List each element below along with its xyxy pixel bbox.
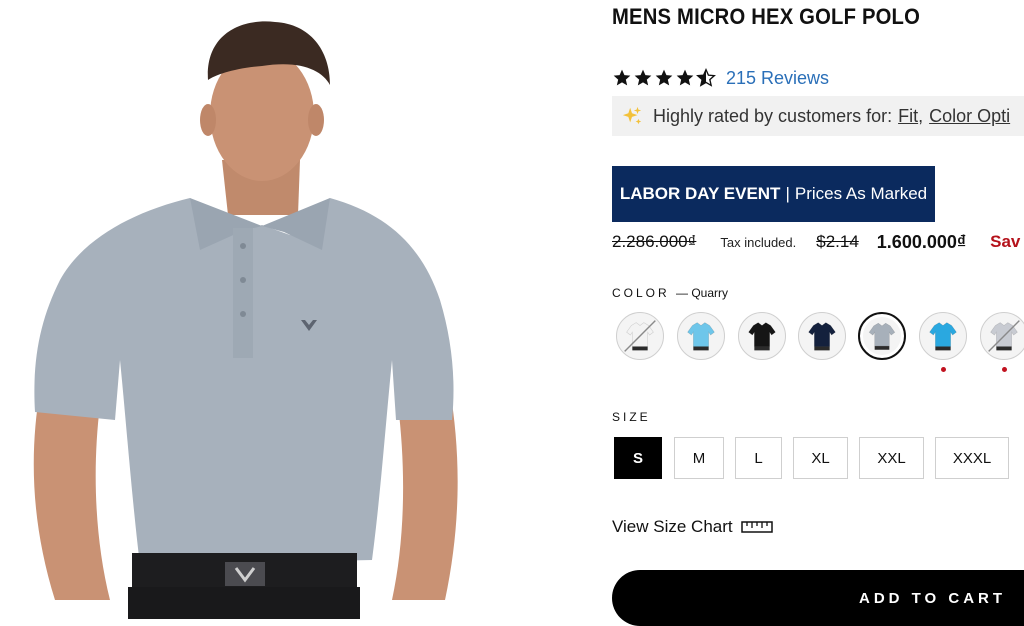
shirt-swatch-icon	[929, 322, 957, 351]
star-full-icon	[634, 69, 652, 86]
size-chart-label: View Size Chart	[612, 517, 733, 536]
unavailable-slash-icon	[988, 320, 1020, 352]
color-swatch[interactable]	[980, 312, 1024, 360]
star-half-icon	[696, 68, 716, 87]
color-swatch[interactable]	[798, 312, 846, 360]
highlight-tag-color[interactable]: Color Opti	[929, 106, 1010, 127]
shirt-swatch-icon	[868, 322, 896, 350]
rating-row: 215 Reviews	[612, 66, 829, 90]
view-size-chart-link[interactable]: View Size Chart	[612, 515, 773, 539]
star-full-icon	[676, 69, 694, 86]
event-name: LABOR DAY EVENT	[619, 184, 781, 203]
sale-price: 1.600.000₫	[876, 231, 967, 252]
size-option-m[interactable]: M	[674, 437, 724, 479]
unavailable-slash-icon	[624, 320, 656, 352]
size-option-xl[interactable]: XL	[793, 437, 848, 479]
highlight-separator: ,	[918, 105, 924, 126]
usd-original-price: $2.14	[816, 232, 859, 251]
promo-banner: LABOR DAY EVENT | Prices As Marked	[612, 166, 935, 222]
size-option-xxxl[interactable]: XXXL	[935, 437, 1009, 479]
star-full-icon	[655, 69, 673, 86]
selected-color-name: — Quarry	[676, 286, 729, 300]
customer-highlights: Highly rated by customers for: Fit, Colo…	[612, 96, 1024, 136]
highlight-tag-fit[interactable]: Fit	[898, 106, 918, 127]
shirt-swatch-icon	[808, 322, 836, 351]
star-full-icon	[613, 69, 631, 86]
tax-note: Tax included.	[720, 234, 797, 250]
shirt-swatch-icon	[748, 322, 776, 351]
color-swatch[interactable]	[677, 312, 725, 360]
low-stock-dot	[941, 367, 946, 372]
product-image	[0, 0, 560, 619]
color-label: COLOR	[612, 286, 670, 300]
size-option-xxl[interactable]: XXL	[859, 437, 924, 479]
price-row: 2.286.000₫ Tax included. $2.14 1.600.000…	[612, 230, 1020, 254]
product-title: MENS MICRO HEX GOLF POLO	[612, 4, 921, 29]
highlight-prefix: Highly rated by customers for:	[653, 105, 893, 126]
size-option-l[interactable]: L	[735, 437, 782, 479]
sparkle-icon	[622, 106, 642, 125]
size-option-s[interactable]: S	[614, 437, 662, 479]
ruler-icon	[740, 521, 773, 533]
color-swatch[interactable]	[919, 312, 967, 360]
color-swatch[interactable]	[858, 312, 906, 360]
size-label: SIZE	[612, 410, 651, 424]
polo-model-illustration	[33, 21, 458, 619]
original-price: 2.286.000₫	[612, 232, 697, 251]
color-swatch[interactable]	[616, 312, 664, 360]
save-label: Sav	[990, 232, 1021, 251]
event-note: Prices As Marked	[794, 184, 928, 203]
color-swatch[interactable]	[738, 312, 786, 360]
event-separator: |	[785, 184, 790, 203]
add-to-cart-button[interactable]: ADD TO CART	[612, 570, 1024, 626]
shirt-swatch-icon	[687, 322, 715, 351]
reviews-link[interactable]: 215 Reviews	[726, 68, 829, 89]
star-rating	[612, 68, 716, 88]
low-stock-dot	[1002, 367, 1007, 372]
